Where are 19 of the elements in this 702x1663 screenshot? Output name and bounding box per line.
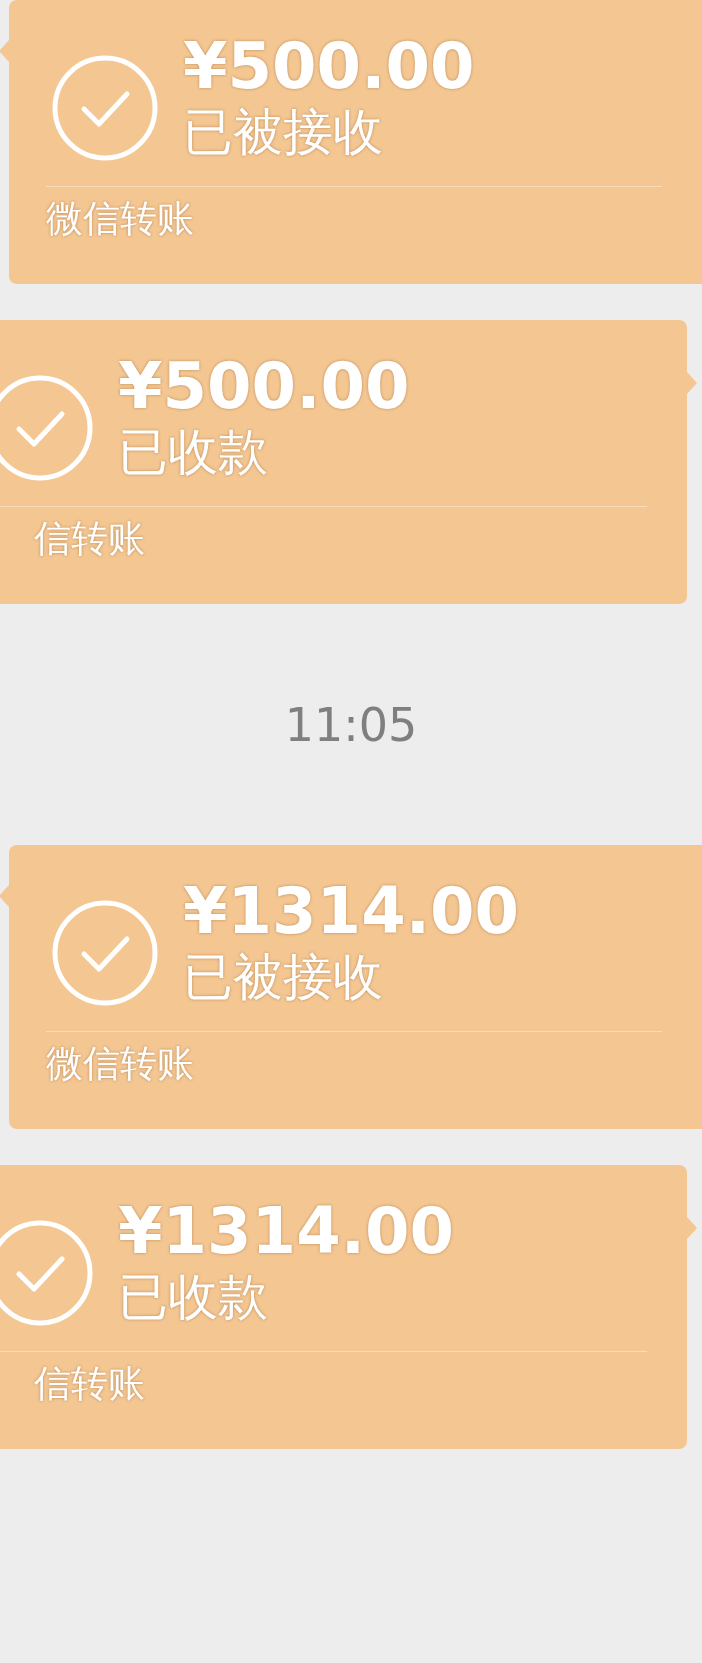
check-circle-icon [51,54,159,162]
transfer-bubble[interactable]: ¥1314.00 已被接收 微信转账 [9,845,702,1129]
transfer-status: 已收款 [118,423,269,481]
transfer-amount: ¥1314.00 [183,874,520,948]
transfer-amount: ¥1314.00 [118,1194,455,1268]
transfer-bubble[interactable]: ¥500.00 已收款 信转账 [0,320,687,604]
transfer-status: 已收款 [118,1268,269,1326]
transfer-label: 微信转账 [45,196,195,242]
check-circle-icon [51,899,159,1007]
transfer-bubble[interactable]: ¥500.00 已被接收 微信转账 [9,0,702,284]
transfer-label: 信转账 [33,1361,146,1407]
transfer-status: 已被接收 [183,948,384,1006]
transfer-status: 已被接收 [183,103,384,161]
transfer-amount: ¥500.00 [118,349,410,423]
transfer-amount: ¥500.00 [183,29,475,103]
transfer-bubble[interactable]: ¥1314.00 已收款 信转账 [0,1165,687,1449]
transfer-label: 信转账 [33,516,146,562]
message-time: 11:05 [284,697,418,752]
transfer-label: 微信转账 [45,1041,195,1087]
